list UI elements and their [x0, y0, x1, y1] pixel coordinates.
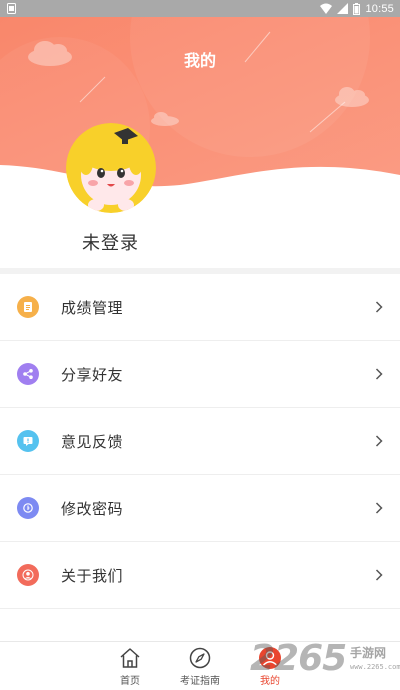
- chevron-right-icon: [375, 301, 383, 313]
- nav-label: 考证指南: [180, 676, 220, 687]
- menu-item-change-password[interactable]: 修改密码: [0, 475, 400, 542]
- watermark-logo: 2265 手游网 www.2265.com: [250, 638, 400, 690]
- wifi-icon: [320, 3, 333, 14]
- chevron-right-icon: [375, 435, 383, 447]
- chevron-right-icon: [375, 368, 383, 380]
- menu-item-label: 分享好友: [61, 366, 124, 384]
- page-title: 我的: [183, 51, 216, 70]
- status-icons: 10:55: [320, 0, 394, 17]
- compass-icon: [189, 647, 211, 669]
- watermark-text: 手游网: [350, 646, 387, 660]
- status-bar: 10:55: [0, 0, 400, 17]
- menu-item-label: 修改密码: [61, 500, 124, 518]
- watermark-url: www.2265.com: [350, 663, 400, 671]
- menu-item-share-friends[interactable]: 分享好友: [0, 341, 400, 408]
- signal-icon: [337, 3, 349, 14]
- user-icon: [17, 564, 39, 586]
- chevron-right-icon: [375, 569, 383, 581]
- menu-item-label: 关于我们: [61, 567, 124, 585]
- chevron-right-icon: [375, 502, 383, 514]
- menu-item-label: 意见反馈: [61, 433, 124, 451]
- menu-item-label: 成绩管理: [61, 299, 124, 317]
- nav-label: 首页: [120, 676, 140, 687]
- home-icon: [120, 648, 140, 668]
- avatar[interactable]: [66, 123, 156, 213]
- menu-item-score-management[interactable]: 成绩管理: [0, 274, 400, 341]
- key-icon: [17, 497, 39, 519]
- document-icon: [17, 296, 39, 318]
- menu-item-feedback[interactable]: 意见反馈: [0, 408, 400, 475]
- profile-header: 我的 未登录: [0, 17, 400, 267]
- nav-home[interactable]: 首页: [100, 646, 160, 687]
- avatar-image: [66, 123, 156, 213]
- profile-screen: 10:55 我的 未登录 成绩管理 分享好友 意见反馈 修改密码 关于我们 首页…: [0, 0, 400, 690]
- notification-icon: [7, 3, 16, 14]
- status-time: 10:55: [365, 2, 394, 15]
- share-icon: [17, 363, 39, 385]
- battery-icon: [353, 2, 361, 15]
- feedback-icon: [17, 430, 39, 452]
- watermark-number: 2265: [250, 638, 347, 679]
- menu-list: 成绩管理 分享好友 意见反馈 修改密码 关于我们: [0, 274, 400, 609]
- menu-item-about-us[interactable]: 关于我们: [0, 542, 400, 609]
- login-status[interactable]: 未登录: [82, 229, 139, 255]
- nav-exam-guide[interactable]: 考证指南: [170, 646, 230, 687]
